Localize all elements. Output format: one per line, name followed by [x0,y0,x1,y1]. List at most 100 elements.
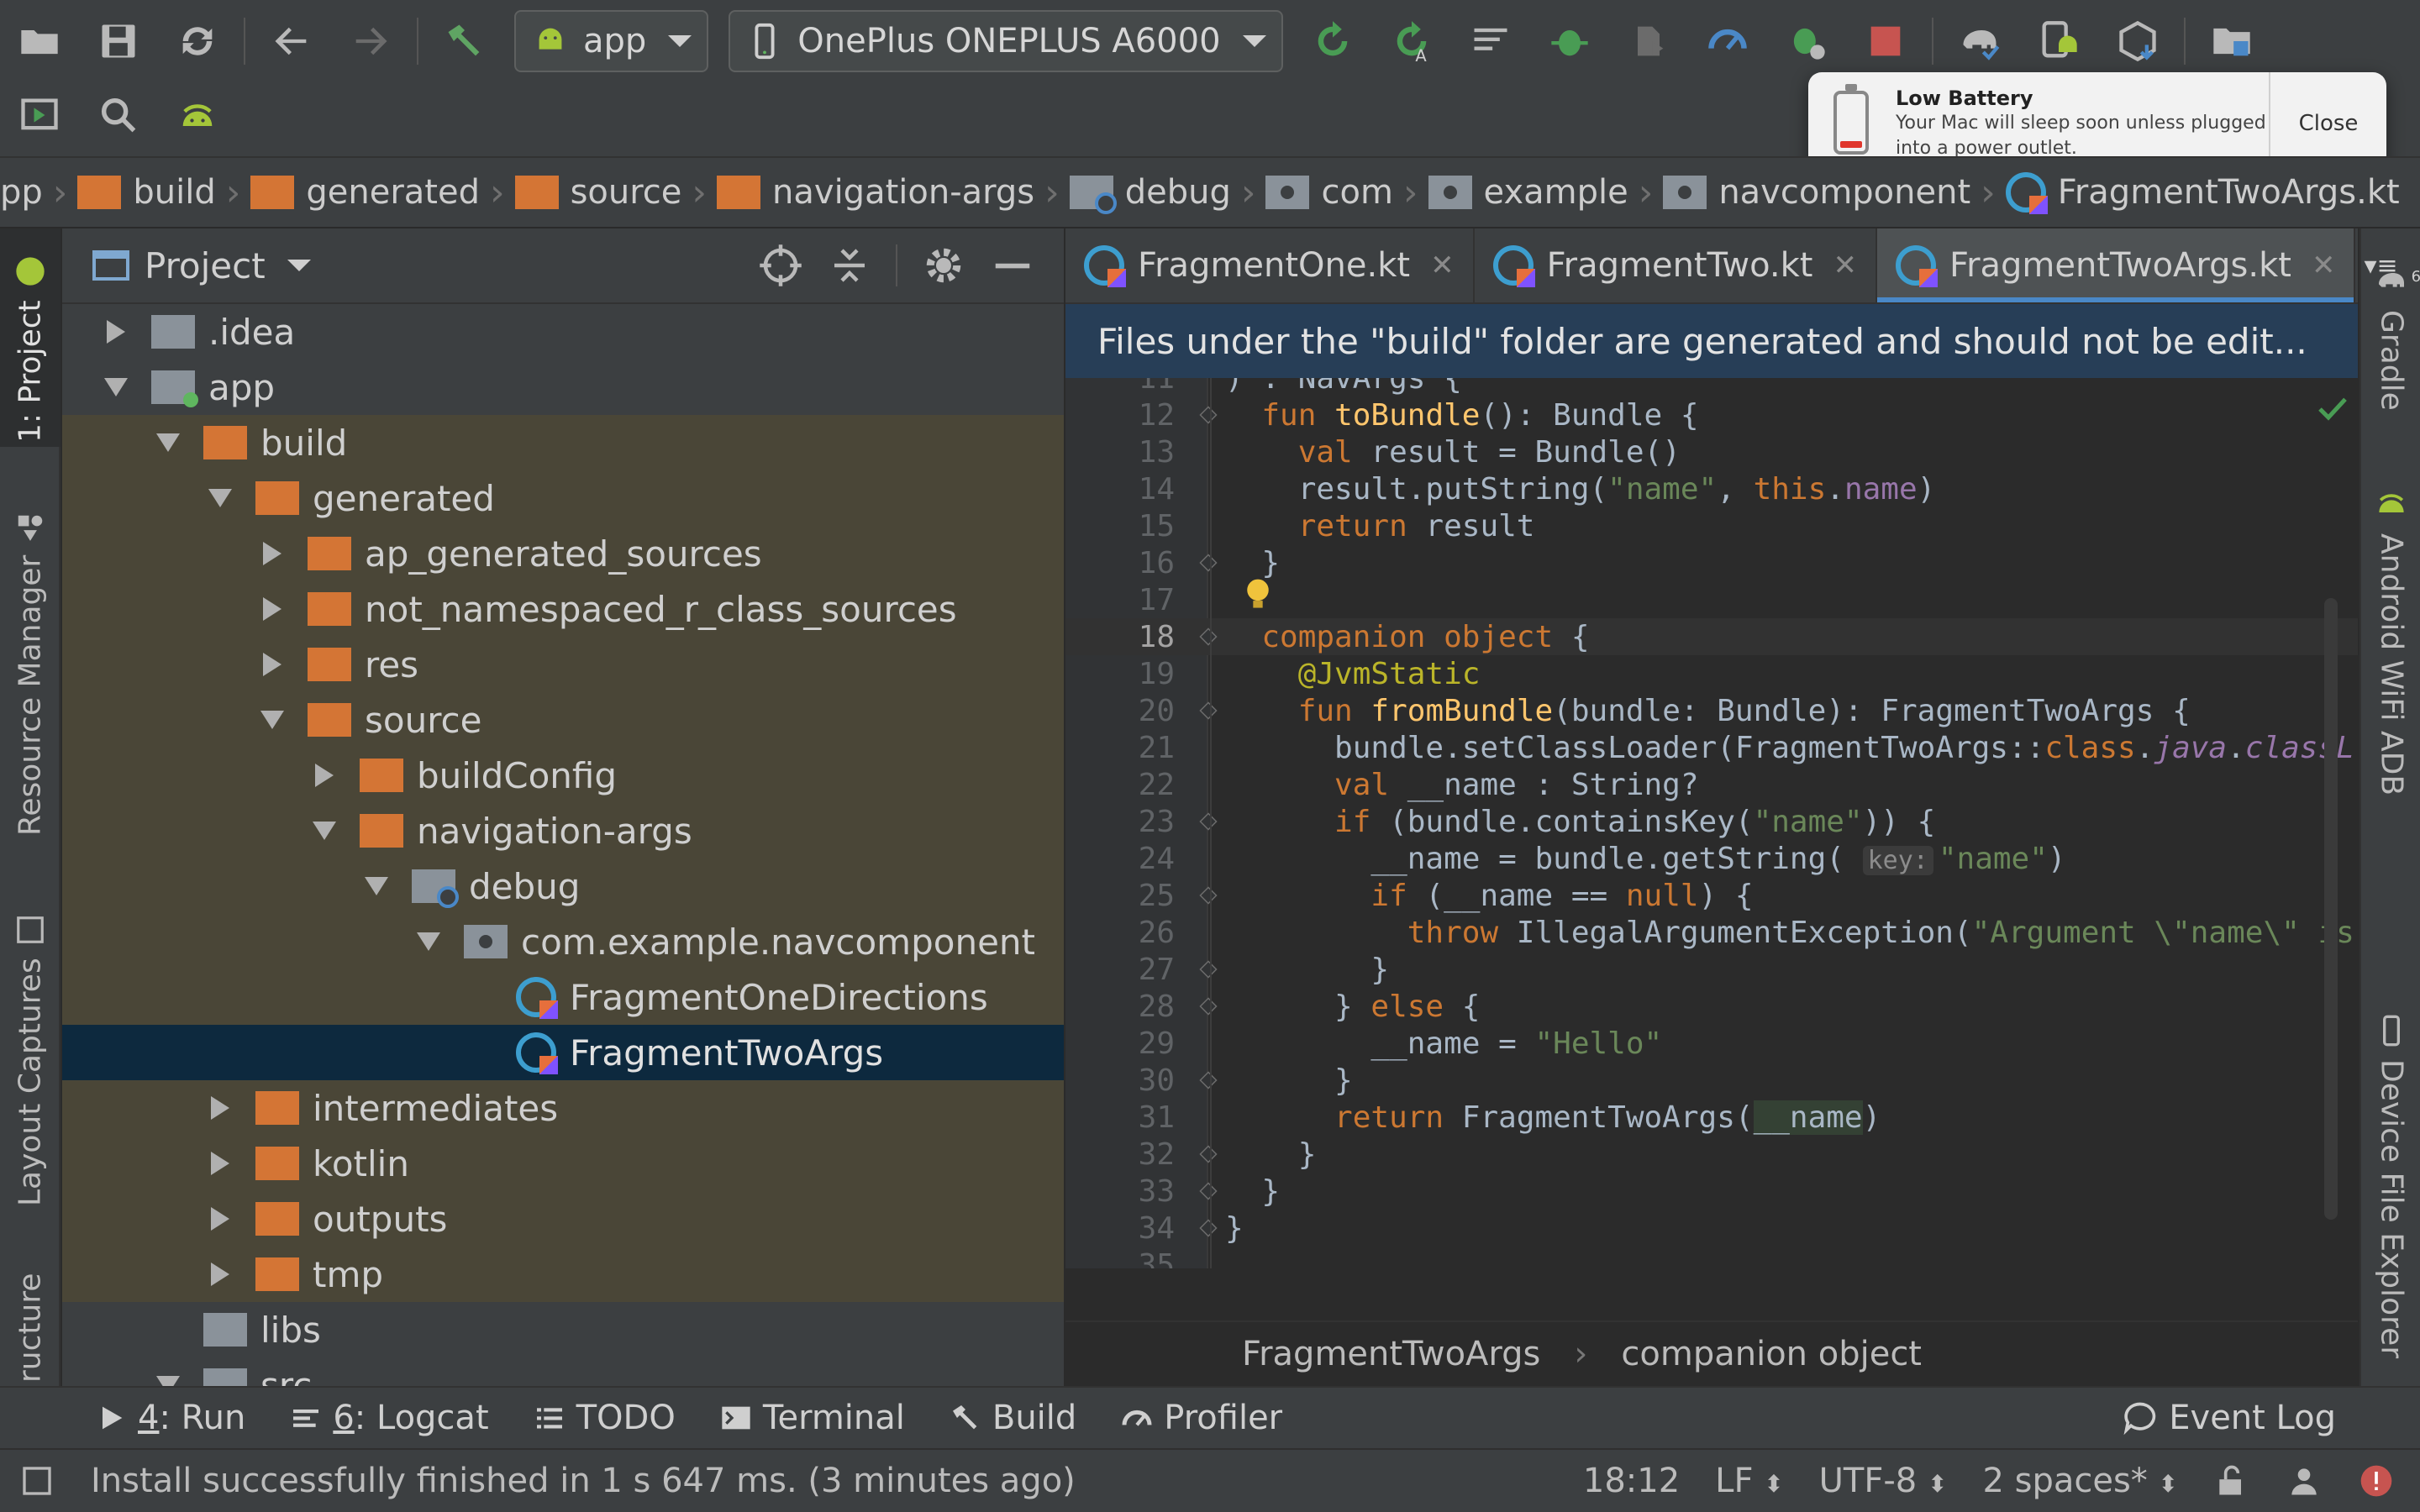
collapse-arrow-icon[interactable] [203,1263,237,1286]
code-line[interactable]: 23 if (bundle.containsKey("name")) { [1065,803,2358,840]
expand-arrow-icon[interactable] [99,378,133,396]
save-icon[interactable] [87,9,150,73]
tree-item-ap-generated-sources[interactable]: ap_generated_sources [62,526,1064,581]
make-project-hammer-icon[interactable] [433,9,497,73]
expand-arrow-icon[interactable] [360,877,393,895]
code-line[interactable]: 34} [1065,1210,2358,1247]
fold-marker-icon[interactable] [1199,701,1218,720]
fold-marker-icon[interactable] [1199,997,1218,1016]
android-wifi-adb-tool-tab[interactable]: Android WiFi ADB [2361,472,2420,808]
tree-item-fragmenttwoargs[interactable]: FragmentTwoArgs [62,1025,1064,1080]
editor-crumb[interactable]: companion object [1621,1335,1922,1373]
code-line[interactable]: 21 bundle.setClassLoader(FragmentTwoArgs… [1065,729,2358,766]
code-line[interactable]: 30 } [1065,1062,2358,1099]
error-indicator-icon[interactable] [2358,1462,2395,1499]
collapse-arrow-icon[interactable] [203,1207,237,1231]
code-line[interactable]: 31 return FragmentTwoArgs(__name) [1065,1099,2358,1136]
avd-manager-icon[interactable] [2027,9,2091,73]
tree-item-build[interactable]: build [62,415,1064,470]
fold-marker-icon[interactable] [1199,812,1218,831]
device-screen-icon[interactable] [8,83,71,147]
gear-icon[interactable] [921,243,966,288]
sync-icon[interactable] [166,9,229,73]
breadcrumb-item[interactable]: generated [244,173,487,212]
collapse-all-icon[interactable] [827,243,872,288]
close-icon[interactable]: ✕ [1833,249,1857,282]
unlock-icon[interactable] [2213,1462,2250,1499]
expand-arrow-icon[interactable] [412,932,445,951]
bottom-tab-logcat[interactable]: 6: Logcat [267,1399,510,1437]
device-file-explorer-tool-tab[interactable]: Device File Explorer [2361,1001,2420,1371]
bottom-tab-terminal[interactable]: Terminal [697,1399,927,1437]
back-arrow-icon[interactable] [260,9,324,73]
line-separator-selector[interactable]: LF ⬍ [1715,1462,1783,1500]
fold-marker-icon[interactable] [1199,1145,1218,1163]
toggle-tool-windows-icon[interactable] [20,1464,54,1498]
breadcrumb-item[interactable]: example [1422,173,1635,212]
apply-changes-restart-icon[interactable] [1301,9,1365,73]
code-line[interactable]: 33 } [1065,1173,2358,1210]
open-folder-icon[interactable] [8,9,71,73]
code-line[interactable]: 24 __name = bundle.getString( key: "name"… [1065,840,2358,877]
expand-arrow-icon[interactable] [203,489,237,507]
android-wifi-adb-icon[interactable] [166,83,229,147]
editor-scrollbar[interactable] [2324,598,2338,1220]
collapse-arrow-icon[interactable] [203,1096,237,1120]
tree-item-idea[interactable]: .idea [62,304,1064,360]
fold-marker-icon[interactable] [1199,554,1218,572]
close-icon[interactable]: ✕ [1430,249,1455,282]
collapse-arrow-icon[interactable] [255,542,289,565]
bottom-tab-run[interactable]: 4: Run [72,1399,267,1437]
code-line[interactable]: 11) : NavArgs { [1065,378,2358,396]
locate-file-icon[interactable] [758,243,803,288]
encoding-selector[interactable]: UTF-8 ⬍ [1819,1462,1948,1500]
tree-item-tmp[interactable]: tmp [62,1247,1064,1302]
device-combo[interactable]: OnePlus ONEPLUS A6000 [729,10,1283,72]
expand-arrow-icon[interactable] [151,433,185,452]
run-configuration-combo[interactable]: app [514,10,709,72]
editor-tab-fragmenttwoargs-kt[interactable]: FragmentTwoArgs.kt ✕ [1876,228,2356,302]
expand-arrow-icon[interactable] [308,822,341,840]
event-log-tab[interactable]: Event Log [2100,1399,2420,1437]
search-icon[interactable] [87,83,150,147]
breadcrumb-item[interactable]: FragmentTwoArgs.kt [1999,172,2407,214]
code-line[interactable]: 19 @JvmStatic [1065,655,2358,692]
stop-icon[interactable] [1854,9,1918,73]
code-line[interactable]: 35 [1065,1247,2358,1269]
fold-marker-icon[interactable] [1199,1219,1218,1237]
resource-manager-tool-tab[interactable]: Resource Manager [0,497,60,850]
collapse-arrow-icon[interactable] [203,1152,237,1175]
chevron-down-icon[interactable] [287,260,311,271]
caret-position[interactable]: 18:12 [1583,1462,1680,1500]
breadcrumb-item[interactable]: com [1259,173,1399,212]
close-icon[interactable]: ✕ [2312,249,2336,282]
tree-item-res[interactable]: res [62,637,1064,692]
code-line[interactable]: 18 companion object { [1065,618,2358,655]
code-line[interactable]: 28 } else { [1065,988,2358,1025]
attach-debugger-icon[interactable] [1617,9,1681,73]
breadcrumb-item[interactable]: build [71,173,222,212]
tree-item-buildconfig[interactable]: buildConfig [62,748,1064,803]
tree-item-navigation-args[interactable]: navigation-args [62,803,1064,858]
collapse-arrow-icon[interactable] [308,764,341,787]
run-configurations-list-icon[interactable] [1459,9,1523,73]
tree-item-libs[interactable]: libs [62,1302,1064,1357]
code-line[interactable]: 20 fun fromBundle(bundle: Bundle): Fragm… [1065,692,2358,729]
breadcrumb-item[interactable]: pp [0,173,50,212]
code-line[interactable]: 15 return result [1065,507,2358,544]
tree-item-debug[interactable]: debug [62,858,1064,914]
code-line[interactable]: 25 if (__name == null) { [1065,877,2358,914]
code-line[interactable]: 17 [1065,578,2358,618]
bottom-tab-todo[interactable]: TODO [511,1399,697,1437]
fold-marker-icon[interactable] [1199,1071,1218,1089]
intention-bulb-icon[interactable] [1244,578,1272,612]
project-tool-tab[interactable]: 1: Project [0,244,60,454]
debug-bug-icon[interactable] [1538,9,1602,73]
breadcrumb-item[interactable]: navigation-args [710,173,1041,212]
project-structure-icon[interactable] [2200,9,2264,73]
breadcrumb-item[interactable]: navcomponent [1656,173,1977,212]
breadcrumb-item[interactable]: source [508,173,689,212]
apply-code-changes-icon[interactable]: A [1380,9,1444,73]
forward-arrow-icon[interactable] [339,9,402,73]
fold-marker-icon[interactable] [1199,886,1218,905]
